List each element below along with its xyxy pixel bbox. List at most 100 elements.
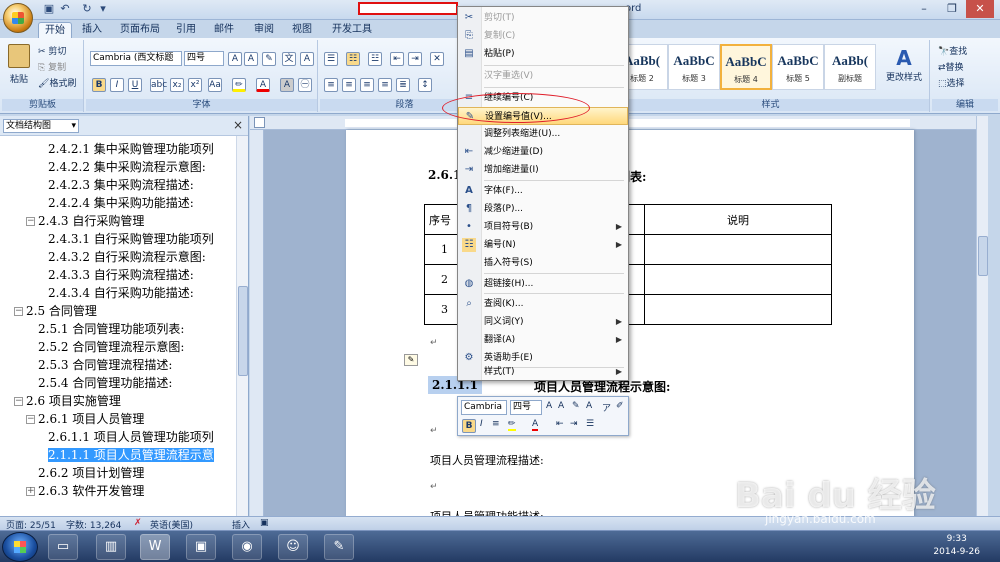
- nav-item[interactable]: 2.4.3.3 自行采购流程描述:: [48, 266, 194, 284]
- menu-item-paste[interactable]: ▤ 粘贴(P): [458, 45, 628, 63]
- media-icon[interactable]: ◉: [232, 534, 262, 560]
- menu-item-adjust-list-indent[interactable]: 调整列表缩进(U)...: [458, 125, 628, 143]
- distributed-icon[interactable]: ≣: [396, 78, 410, 92]
- char-shading-icon[interactable]: A: [280, 78, 294, 92]
- menu-item-styles[interactable]: 样式(T) ▶: [458, 363, 628, 381]
- maximize-icon[interactable]: ❐: [938, 0, 966, 18]
- replace-button[interactable]: ⇄替换: [938, 60, 964, 73]
- paste-button[interactable]: 粘贴: [8, 44, 30, 85]
- menu-item-cut[interactable]: ✂ 剪切(T): [458, 9, 628, 27]
- bullets-icon[interactable]: ☰: [324, 52, 338, 66]
- nav-item[interactable]: 2.6.2 项目计划管理: [38, 464, 144, 482]
- menu-item-insert-symbol[interactable]: 插入符号(S): [458, 254, 628, 272]
- increase-indent-icon[interactable]: ⇥: [570, 419, 578, 429]
- collapse-icon[interactable]: −: [14, 397, 23, 406]
- table-cell[interactable]: [644, 294, 832, 325]
- table-cell[interactable]: [644, 264, 832, 295]
- center-icon[interactable]: ≡: [492, 419, 500, 429]
- save-icon[interactable]: ▣: [42, 2, 56, 16]
- decrease-indent-icon[interactable]: ⇤: [556, 419, 564, 429]
- char-border-icon[interactable]: A: [300, 52, 314, 66]
- subscript-icon[interactable]: x₂: [170, 78, 184, 92]
- align-right-icon[interactable]: ≡: [360, 78, 374, 92]
- justify-icon[interactable]: ≡: [378, 78, 392, 92]
- style-tile-heading5[interactable]: AaBbC 标题 5: [772, 44, 824, 90]
- align-center-icon[interactable]: ≡: [342, 78, 356, 92]
- close-icon[interactable]: ✕: [966, 0, 994, 18]
- vertical-scroll-thumb[interactable]: [978, 236, 988, 276]
- decrease-indent-icon[interactable]: ⇤: [390, 52, 404, 66]
- menu-item-lookup[interactable]: ⌕ 查阅(K)...: [458, 295, 628, 313]
- nav-item[interactable]: 2.6.1.1 项目人员管理功能项列: [48, 428, 214, 446]
- select-button[interactable]: ⬚选择: [938, 76, 965, 89]
- nav-scroll-thumb[interactable]: [238, 286, 248, 376]
- collapse-icon[interactable]: −: [14, 307, 23, 316]
- proofing-icon[interactable]: ✗: [134, 518, 142, 528]
- menu-item-copy[interactable]: ⎘ 复制(C): [458, 27, 628, 45]
- nav-item[interactable]: 2.4.2.1 集中采购管理功能项列: [48, 140, 214, 158]
- system-clock[interactable]: 9:33 2014-9-26: [933, 533, 980, 559]
- nav-item[interactable]: −2.6 项目实施管理: [14, 392, 121, 410]
- style-tile-heading4[interactable]: AaBbC 标题 4: [720, 44, 772, 90]
- strikethrough-icon[interactable]: abc: [150, 78, 167, 92]
- underline-button[interactable]: U: [128, 78, 142, 92]
- tab-developer[interactable]: 开发工具: [326, 22, 378, 38]
- explorer-icon[interactable]: ▭: [48, 534, 78, 560]
- redo-icon[interactable]: ↻: [80, 2, 94, 16]
- nav-scrollbar[interactable]: [236, 136, 248, 516]
- format-painter-icon[interactable]: ✎: [572, 401, 580, 411]
- brush-icon[interactable]: ✐: [616, 401, 624, 411]
- font-name-combo[interactable]: Cambria (西文标题: [90, 51, 182, 66]
- document-page[interactable]: 2.6.1 列表: 序号 说明 1 2 3 ↵ ✎ 2.1.1.1 项目人员管理…: [346, 130, 914, 516]
- chinese-layout-icon[interactable]: ✕: [430, 52, 444, 66]
- enclose-char-icon[interactable]: ㊀: [298, 78, 312, 92]
- shrink-font-icon[interactable]: A: [244, 52, 258, 66]
- chart-app-icon[interactable]: ▥: [96, 534, 126, 560]
- nav-item[interactable]: 2.5.1 合同管理功能项列表:: [38, 320, 184, 338]
- undo-icon[interactable]: ↶: [58, 2, 72, 16]
- menu-item-numbering[interactable]: ☷ 编号(N) ▶: [458, 236, 628, 254]
- menu-item-translate[interactable]: 翻译(A) ▶: [458, 331, 628, 349]
- tab-mailings[interactable]: 邮件: [208, 22, 240, 38]
- menu-item-reconvert[interactable]: 汉字重选(V): [458, 67, 628, 85]
- align-left-icon[interactable]: ≡: [324, 78, 338, 92]
- bullets-icon[interactable]: ☰: [586, 419, 594, 429]
- shrink-font-icon[interactable]: A: [558, 401, 564, 411]
- ruler-toggle-icon[interactable]: [254, 117, 265, 128]
- menu-item-font[interactable]: A 字体(F)...: [458, 182, 628, 200]
- qat-dropdown-icon[interactable]: ▾: [96, 2, 110, 16]
- tab-page-layout[interactable]: 页面布局: [114, 22, 166, 38]
- nav-item[interactable]: 2.4.2.4 集中采购功能描述:: [48, 194, 194, 212]
- nav-item[interactable]: 2.4.3.4 自行采购功能描述:: [48, 284, 194, 302]
- italic-button[interactable]: I: [480, 419, 483, 429]
- tab-insert[interactable]: 插入: [76, 22, 108, 38]
- office-button[interactable]: [3, 3, 33, 33]
- nav-item[interactable]: 2.4.2.2 集中采购流程示意图:: [48, 158, 206, 176]
- superscript-icon[interactable]: x²: [188, 78, 202, 92]
- highlight-color-icon[interactable]: ✏: [232, 78, 246, 92]
- nav-item-selected[interactable]: 2.1.1.1 项目人员管理流程示意: [48, 446, 214, 464]
- vertical-ruler[interactable]: [250, 130, 264, 516]
- expand-icon[interactable]: +: [26, 487, 35, 496]
- find-button[interactable]: 🔭查找: [938, 44, 967, 57]
- cut-button[interactable]: ✂ 剪切: [38, 44, 66, 57]
- style-tile-subtitle[interactable]: AaBb( 副标题: [824, 44, 876, 90]
- nav-item[interactable]: +2.6.3 软件开发管理: [26, 482, 144, 500]
- menu-item-paragraph[interactable]: ¶ 段落(P)...: [458, 200, 628, 218]
- style-tile-heading3[interactable]: AaBbC 标题 3: [668, 44, 720, 90]
- macro-icon[interactable]: ▣: [260, 518, 269, 528]
- chinese-layout-icon[interactable]: ア: [602, 401, 611, 414]
- app-icon[interactable]: ▣: [186, 534, 216, 560]
- copy-button[interactable]: ⎘ 复制: [38, 60, 66, 73]
- numbering-icon[interactable]: ☷: [346, 52, 360, 66]
- nav-item[interactable]: 2.4.3.1 自行采购管理功能项列: [48, 230, 214, 248]
- nav-item[interactable]: 2.5.4 合同管理功能描述:: [38, 374, 172, 392]
- line-spacing-icon[interactable]: ↕: [418, 78, 432, 92]
- bold-button[interactable]: B: [92, 78, 106, 92]
- grow-font-icon[interactable]: A: [228, 52, 242, 66]
- highlight-color-icon[interactable]: ✏: [508, 419, 516, 431]
- style-icon[interactable]: A: [586, 401, 592, 411]
- tab-references[interactable]: 引用: [170, 22, 202, 38]
- menu-item-decrease-indent[interactable]: ⇤ 减少缩进量(D): [458, 143, 628, 161]
- tab-view[interactable]: 视图: [286, 22, 318, 38]
